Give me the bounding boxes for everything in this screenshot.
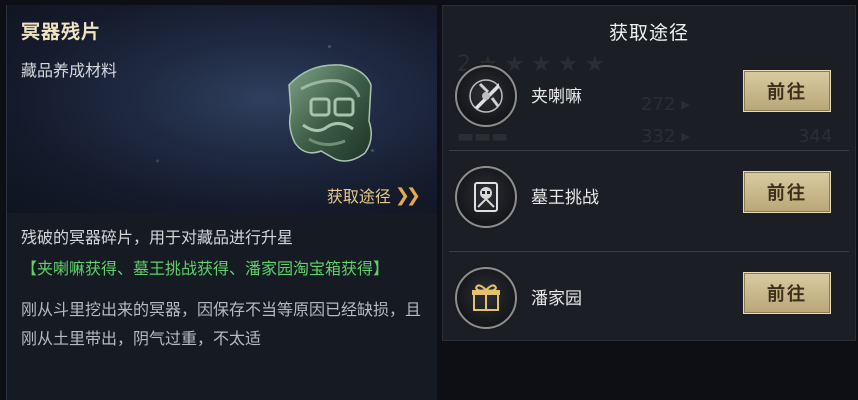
source-label: 墓王挑战	[531, 188, 599, 208]
item-name: 冥器残片	[21, 21, 102, 43]
item-sources-line: 【夹喇嘛获得、墓王挑战获得、潘家园淘宝箱获得】	[21, 259, 390, 278]
item-description: 残破的冥器碎片，用于对藏品进行升星	[21, 228, 294, 247]
item-description-block: 残破的冥器碎片，用于对藏品进行升星 【夹喇嘛获得、墓王挑战获得、潘家园淘宝箱获得…	[21, 223, 427, 353]
source-label: 夹喇嘛	[531, 87, 582, 107]
goto-button-jialama[interactable]: 前往	[743, 70, 831, 112]
item-header: 冥器残片 藏品养成材料 获取途径 ❯❯	[7, 5, 437, 213]
goto-button-panjiayuan[interactable]: 前往	[743, 272, 831, 314]
acquire-panel: 2 ★ ★ ★ ★ ★ 272 ▸ 332 ▸ 344 ▬▬▬ 获取途径 夹喇嘛…	[442, 5, 856, 341]
item-lore: 刚从斗里挖出来的冥器，因保存不当等原因已经缺损，且刚从土里带出，阴气过重，不太适	[21, 300, 422, 348]
treasure-box-icon	[455, 267, 517, 329]
artifact-shard-icon	[288, 64, 372, 162]
acquire-title: 获取途径	[608, 22, 689, 44]
goto-button-tomb-king[interactable]: 前往	[743, 171, 831, 213]
acquire-source-list: 夹喇嘛 前往 墓王挑战 前往 潘家园 前往	[443, 50, 855, 352]
tomb-king-icon	[455, 166, 517, 228]
crossed-swords-icon	[455, 65, 517, 127]
source-row-panjiayuan: 潘家园 前往	[449, 252, 849, 352]
item-category: 藏品养成材料	[21, 61, 118, 80]
acquire-source-link[interactable]: 获取途径 ❯❯	[326, 183, 421, 207]
source-row-jialama: 夹喇嘛 前往	[449, 50, 849, 151]
source-row-tomb-king: 墓王挑战 前往	[449, 151, 849, 252]
source-link-label: 获取途径	[326, 187, 391, 206]
item-detail-panel: 冥器残片 藏品养成材料 获取途径 ❯❯ 残破的冥器碎片，用于对藏品进行升星 【夹	[6, 5, 437, 400]
chevron-right-icon: ❯❯	[394, 184, 421, 206]
source-label: 潘家园	[531, 289, 582, 309]
